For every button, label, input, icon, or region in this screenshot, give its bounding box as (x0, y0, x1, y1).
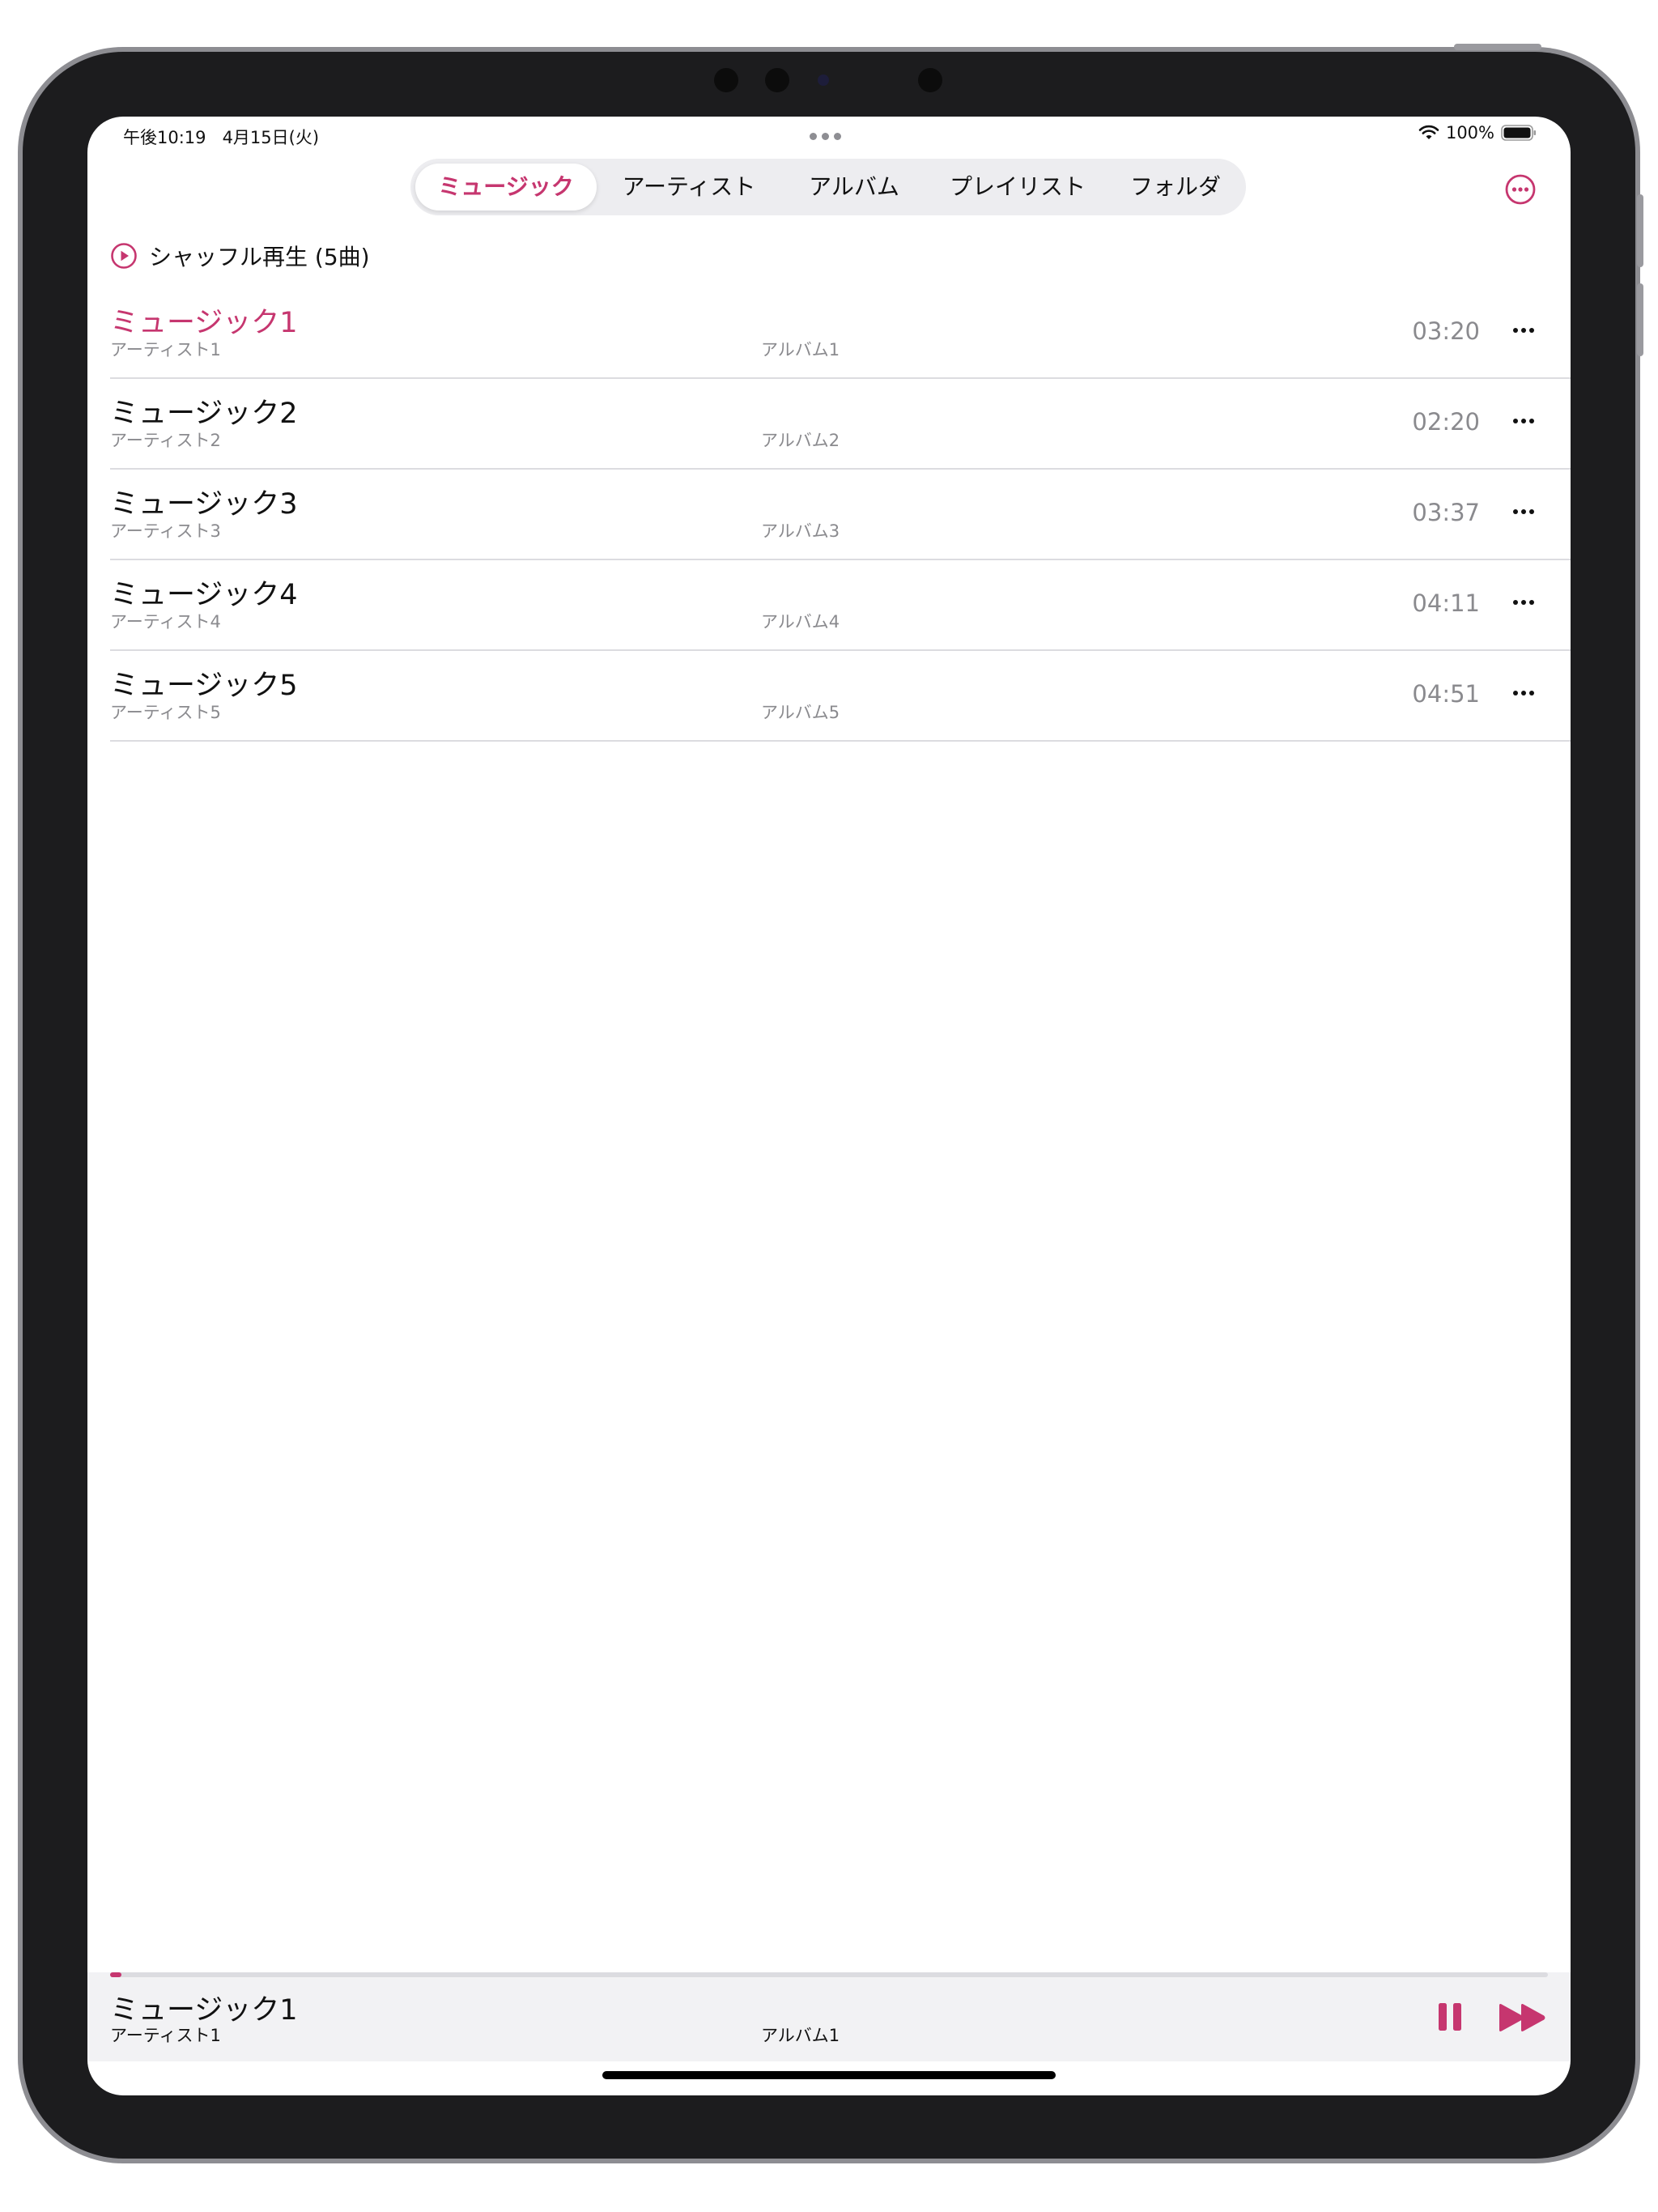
wifi-icon (1418, 125, 1439, 139)
tab-playlists[interactable]: プレイリスト (930, 164, 1105, 211)
battery-icon (1501, 125, 1536, 141)
ellipsis-icon[interactable] (1509, 322, 1538, 338)
status-time: 午後10:19 (123, 128, 206, 147)
camera-sensor (765, 68, 789, 92)
shuffle-play-button[interactable]: シャッフル再生 (5曲) (110, 240, 370, 272)
track-artist: アーティスト2 (110, 431, 221, 450)
track-title: ミュージック5 (110, 670, 298, 702)
front-camera (818, 74, 829, 86)
track-duration: 03:37 (1412, 499, 1480, 526)
track-list: ミュージック1 アーティスト1 アルバム1 03:20 ミュージック2 アーティ… (110, 288, 1571, 742)
battery-percent: 100% (1445, 123, 1494, 143)
track-row[interactable]: ミュージック2 アーティスト2 アルバム2 02:20 (110, 379, 1571, 470)
track-album: アルバム3 (761, 521, 840, 541)
track-artist: アーティスト5 (110, 703, 221, 722)
track-duration: 04:51 (1412, 680, 1480, 708)
track-album: アルバム2 (761, 431, 840, 450)
ellipsis-icon[interactable] (1509, 504, 1538, 520)
tab-music[interactable]: ミュージック (415, 164, 597, 211)
home-indicator[interactable] (602, 2071, 1056, 2079)
track-row[interactable]: ミュージック3 アーティスト3 アルバム3 03:37 (110, 470, 1571, 560)
track-title: ミュージック3 (110, 488, 298, 521)
track-row[interactable]: ミュージック1 アーティスト1 アルバム1 03:20 (110, 288, 1571, 379)
track-title: ミュージック2 (110, 398, 298, 430)
track-artist: アーティスト1 (110, 340, 221, 359)
now-playing-album: アルバム1 (761, 2026, 840, 2045)
tab-folders[interactable]: フォルダ (1110, 164, 1241, 211)
camera-sensor (714, 68, 738, 92)
forward-icon[interactable] (1498, 2003, 1548, 2032)
volume-down-button (1637, 283, 1643, 356)
track-row[interactable]: ミュージック4 アーティスト4 アルバム4 04:11 (110, 560, 1571, 651)
track-duration: 03:20 (1412, 317, 1480, 345)
camera-sensor (918, 68, 942, 92)
ellipsis-icon[interactable] (1509, 685, 1538, 701)
track-duration: 02:20 (1412, 408, 1480, 436)
track-duration: 04:11 (1412, 589, 1480, 617)
status-time-date: 午後10:19 4月15日(火) (123, 125, 319, 149)
top-button (1454, 44, 1541, 50)
multitasking-dots-icon[interactable] (810, 133, 841, 140)
now-playing-artist: アーティスト1 (110, 2026, 221, 2045)
screen: 午後10:19 4月15日(火) 100% ミュージック アーティスト アルバム… (87, 117, 1571, 2095)
pause-icon[interactable] (1438, 2001, 1462, 2032)
track-album: アルバム5 (761, 703, 840, 722)
track-row[interactable]: ミュージック5 アーティスト5 アルバム5 04:51 (110, 651, 1571, 742)
library-tabs: ミュージック アーティスト アルバム プレイリスト フォルダ (410, 159, 1246, 215)
tab-artists[interactable]: アーティスト (602, 164, 776, 211)
track-album: アルバム4 (761, 612, 840, 632)
track-title: ミュージック4 (110, 579, 298, 611)
status-date: 4月15日(火) (222, 128, 320, 147)
ellipsis-icon[interactable] (1509, 413, 1538, 429)
shuffle-label: シャッフル再生 (5曲) (149, 244, 370, 270)
tab-albums[interactable]: アルバム (781, 164, 927, 211)
ellipsis-circle-icon[interactable] (1504, 173, 1537, 206)
volume-up-button (1637, 194, 1643, 267)
mini-player[interactable] (87, 1972, 1571, 2061)
ellipsis-icon[interactable] (1509, 594, 1538, 610)
playback-progress-fill (110, 1972, 122, 1977)
track-title: ミュージック1 (110, 307, 298, 339)
status-indicators: 100% (1418, 123, 1537, 143)
track-artist: アーティスト4 (110, 612, 221, 632)
playback-progress-bar[interactable] (110, 1972, 1548, 1977)
track-artist: アーティスト3 (110, 521, 221, 541)
play-circle-icon (111, 243, 137, 269)
track-album: アルバム1 (761, 340, 840, 359)
